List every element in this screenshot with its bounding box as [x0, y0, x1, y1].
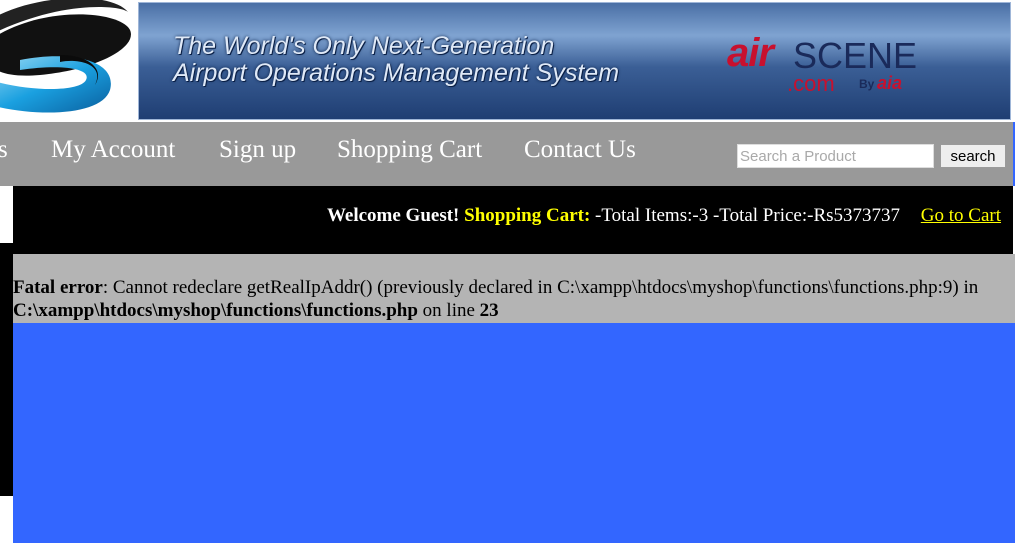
shopping-cart-label: Shopping Cart: [464, 205, 591, 226]
banner-tagline-line2: Airport Operations Management System [173, 59, 620, 87]
brand-by-text: By [859, 77, 875, 91]
brand-air-text: air [727, 31, 774, 75]
banner-tagline-line1: The World's Only Next-Generation [173, 32, 555, 60]
banner-tagline: The World's Only Next-Generation Airport… [173, 33, 619, 87]
error-file: C:\xampp\htdocs\myshop\functions\functio… [13, 300, 418, 321]
header-banner: The World's Only Next-Generation Airport… [138, 2, 1011, 120]
php-error-message: Fatal error: Cannot redeclare getRealIpA… [13, 276, 1015, 322]
error-line-text: on line [417, 300, 480, 321]
search-input[interactable] [737, 144, 934, 168]
nav-item-partial[interactable]: s [0, 136, 8, 164]
site-logo[interactable] [0, 0, 138, 120]
nav-item-my-account[interactable]: My Account [51, 136, 175, 164]
error-message: : Cannot redeclare getRealIpAddr() (prev… [102, 277, 979, 298]
content-area: Fatal error: Cannot redeclare getRealIpA… [13, 254, 1015, 323]
search-button[interactable]: search [940, 144, 1006, 168]
main-nav: s My Account Sign up Shopping Cart Conta… [0, 122, 1015, 186]
welcome-text: Welcome Guest! [326, 205, 460, 226]
cart-summary-bar: Welcome Guest! Shopping Cart: -Total Ite… [13, 186, 1013, 254]
error-line-number: 23 [479, 300, 499, 321]
nav-item-sign-up[interactable]: Sign up [219, 136, 296, 164]
brand-mark-text: aia [877, 73, 903, 93]
nav-item-contact-us[interactable]: Contact Us [524, 136, 636, 164]
brand-com-text: .com [787, 71, 835, 96]
header: The World's Only Next-Generation Airport… [0, 0, 1015, 122]
cart-totals: -Total Items:-3 -Total Price:-Rs5373737 [595, 205, 901, 226]
airscene-brand-logo: air SCENE .com By aia [727, 27, 922, 97]
nav-item-shopping-cart[interactable]: Shopping Cart [337, 136, 482, 164]
content-blue-panel [13, 323, 1015, 543]
error-label: Fatal error [13, 277, 103, 298]
left-sidebar-strip [0, 243, 13, 496]
go-to-cart-link[interactable]: Go to Cart [921, 205, 1001, 226]
cart-summary-line: Welcome Guest! Shopping Cart: -Total Ite… [327, 205, 1001, 227]
swirl-logo-icon [0, 0, 131, 113]
